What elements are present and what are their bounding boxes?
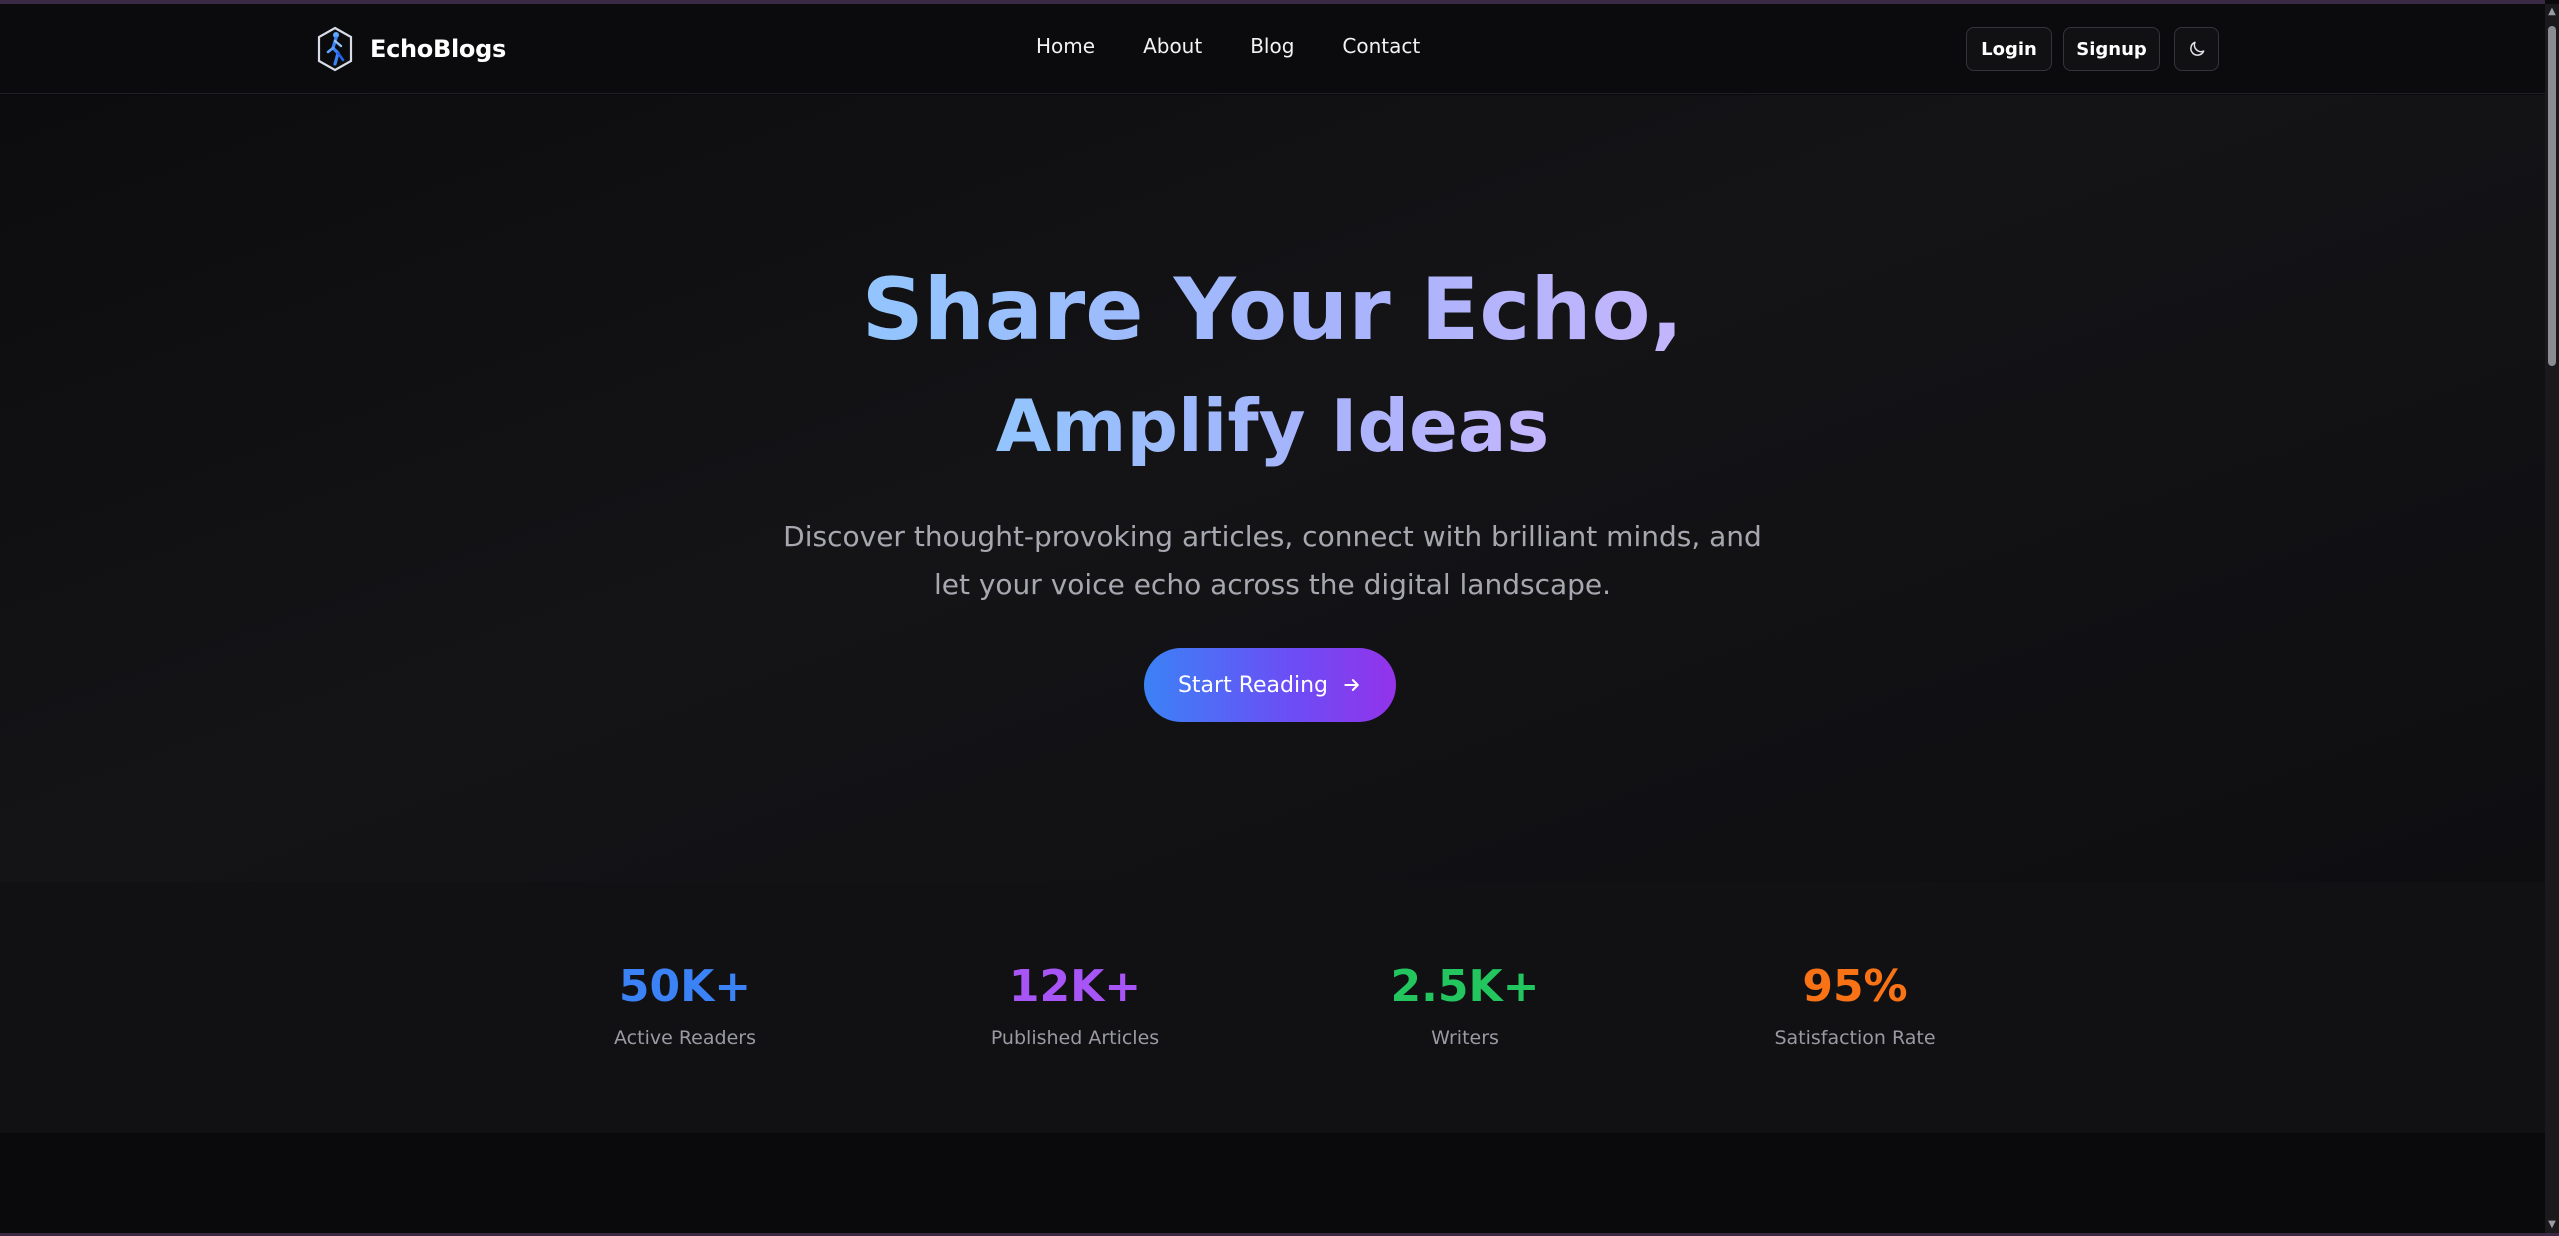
stat-value: 50K+ xyxy=(618,961,752,1012)
hero-title-line2-text: Amplify Ideas xyxy=(995,384,1550,468)
nav-links: Home About Blog Contact xyxy=(1036,34,1420,58)
scroll-down-icon[interactable]: ▼ xyxy=(2547,1219,2557,1231)
next-section xyxy=(0,1133,2545,1236)
stat-active-readers: 50K+ Active Readers xyxy=(535,961,835,1050)
page: EchoBlogs Home About Blog Contact Login … xyxy=(0,0,2545,1236)
hero-title-line1: Share Your Echo, xyxy=(0,267,2545,353)
start-reading-label: Start Reading xyxy=(1177,672,1329,698)
hero-title-line2: Amplify Ideas xyxy=(0,390,2545,462)
stat-label: Active Readers xyxy=(614,1027,756,1049)
stat-value: 95% xyxy=(1802,961,1908,1012)
nav-link-about[interactable]: About xyxy=(1143,34,1202,58)
stat-published-articles: 12K+ Published Articles xyxy=(925,961,1225,1050)
hero-subtitle: Discover thought-provoking articles, con… xyxy=(0,513,2545,609)
scrollbar-thumb[interactable] xyxy=(2548,26,2556,366)
hero-subtitle-line2: let your voice echo across the digital l… xyxy=(933,568,1612,601)
signup-button[interactable]: Signup xyxy=(2063,27,2160,71)
stat-label: Writers xyxy=(1431,1027,1499,1049)
stat-satisfaction-rate: 95% Satisfaction Rate xyxy=(1705,961,2005,1050)
navbar: EchoBlogs Home About Blog Contact Login … xyxy=(0,4,2545,94)
stat-label: Satisfaction Rate xyxy=(1774,1027,1936,1049)
login-button[interactable]: Login xyxy=(1966,27,2052,71)
hero-section: Share Your Echo, Amplify Ideas Discover … xyxy=(0,95,2545,882)
brand[interactable]: EchoBlogs xyxy=(316,24,506,74)
moon-icon xyxy=(2189,41,2204,56)
hero-subtitle-line1: Discover thought-provoking articles, con… xyxy=(783,520,1762,553)
auth-actions: Login Signup xyxy=(1966,27,2219,71)
runner-hexagon-icon xyxy=(317,26,353,72)
scrollbar[interactable]: ▲ ▼ xyxy=(2545,4,2559,1233)
nav-link-contact[interactable]: Contact xyxy=(1342,34,1420,58)
stat-label: Published Articles xyxy=(990,1027,1160,1049)
stat-writers: 2.5K+ Writers xyxy=(1315,961,1615,1050)
stat-value: 12K+ xyxy=(1008,961,1142,1012)
nav-link-home[interactable]: Home xyxy=(1036,34,1095,58)
nav-link-blog[interactable]: Blog xyxy=(1250,34,1294,58)
start-reading-button[interactable]: Start Reading xyxy=(1144,648,1396,722)
hero-title-line1-text: Share Your Echo, xyxy=(861,260,1684,360)
stat-value: 2.5K+ xyxy=(1390,961,1540,1012)
stats-section: 50K+ Active Readers 12K+ Published Artic… xyxy=(0,882,2545,1133)
theme-toggle-button[interactable] xyxy=(2174,27,2219,71)
brand-name: EchoBlogs xyxy=(370,35,506,63)
arrow-right-icon xyxy=(1344,679,1359,691)
scroll-up-icon[interactable]: ▲ xyxy=(2547,6,2557,18)
